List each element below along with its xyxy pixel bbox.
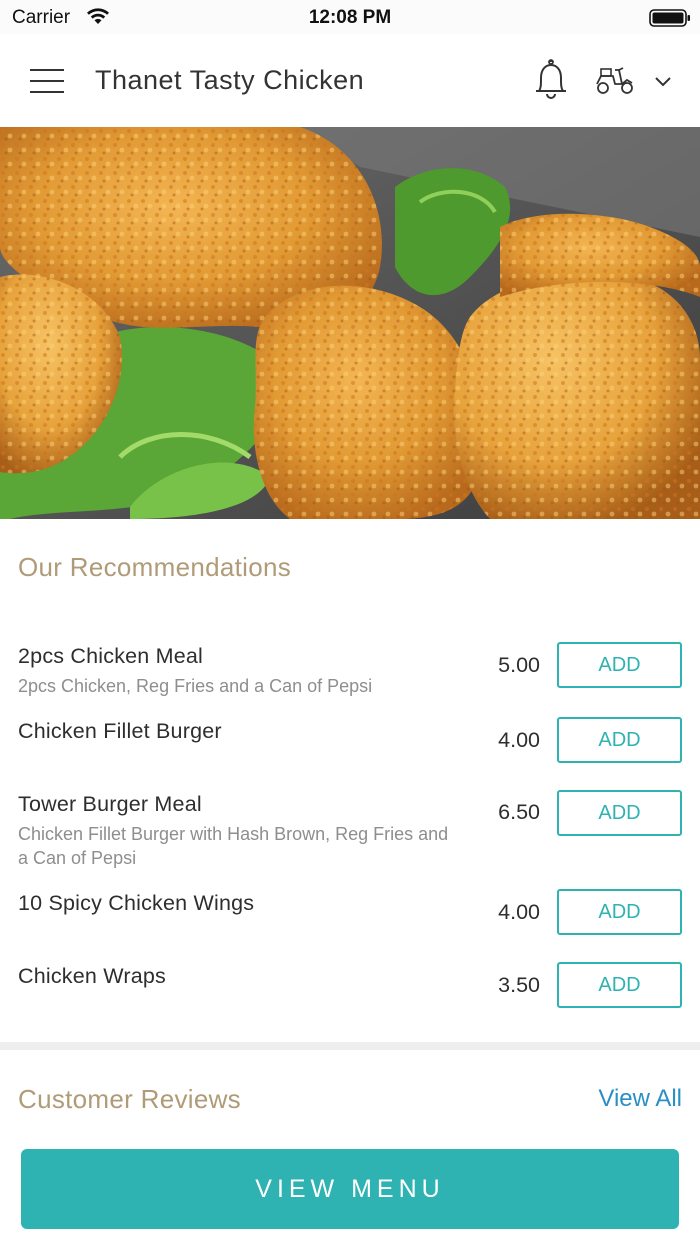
item-price: 4.00 [498, 900, 540, 924]
item-price: 4.00 [498, 728, 540, 752]
item-name: Chicken Wraps [18, 964, 166, 988]
item-price: 6.50 [498, 800, 540, 824]
add-button[interactable]: ADD [557, 642, 682, 688]
battery-icon [649, 9, 690, 27]
status-time: 12:08 PM [308, 7, 392, 28]
add-button[interactable]: ADD [557, 790, 682, 836]
item-name: 2pcs Chicken Meal [18, 644, 204, 668]
hero-image [0, 127, 700, 519]
chevron-down-icon[interactable] [653, 74, 673, 88]
reviews-title: Customer Reviews [18, 1084, 241, 1114]
fried-chicken-image [0, 127, 700, 519]
view-all-reviews-link[interactable]: View All [598, 1085, 682, 1113]
add-button[interactable]: ADD [557, 717, 682, 763]
item-name: Chicken Fillet Burger [18, 719, 222, 743]
recommendations-title: Our Recommendations [18, 552, 292, 582]
item-price: 3.50 [498, 973, 540, 997]
bell-icon[interactable] [532, 58, 570, 102]
item-description: 2pcs Chicken, Reg Fries and a Can of Pep… [18, 676, 373, 696]
hamburger-menu-icon[interactable] [30, 68, 64, 94]
item-name: Tower Burger Meal [18, 792, 202, 816]
view-menu-button[interactable]: VIEW MENU [21, 1149, 679, 1229]
add-button[interactable]: ADD [557, 962, 682, 1008]
add-button[interactable]: ADD [557, 889, 682, 935]
item-name: 10 Spicy Chicken Wings [18, 891, 255, 915]
status-bar: Carrier 12:08 PM [0, 0, 700, 34]
scooter-delivery-icon[interactable] [595, 64, 635, 96]
section-divider [0, 1042, 700, 1050]
item-description: Chicken Fillet Burger with Hash Brown, R… [18, 824, 449, 868]
app-header: Thanet Tasty Chicken [0, 34, 700, 127]
item-price: 5.00 [498, 653, 540, 677]
restaurant-title: Thanet Tasty Chicken [95, 65, 365, 95]
